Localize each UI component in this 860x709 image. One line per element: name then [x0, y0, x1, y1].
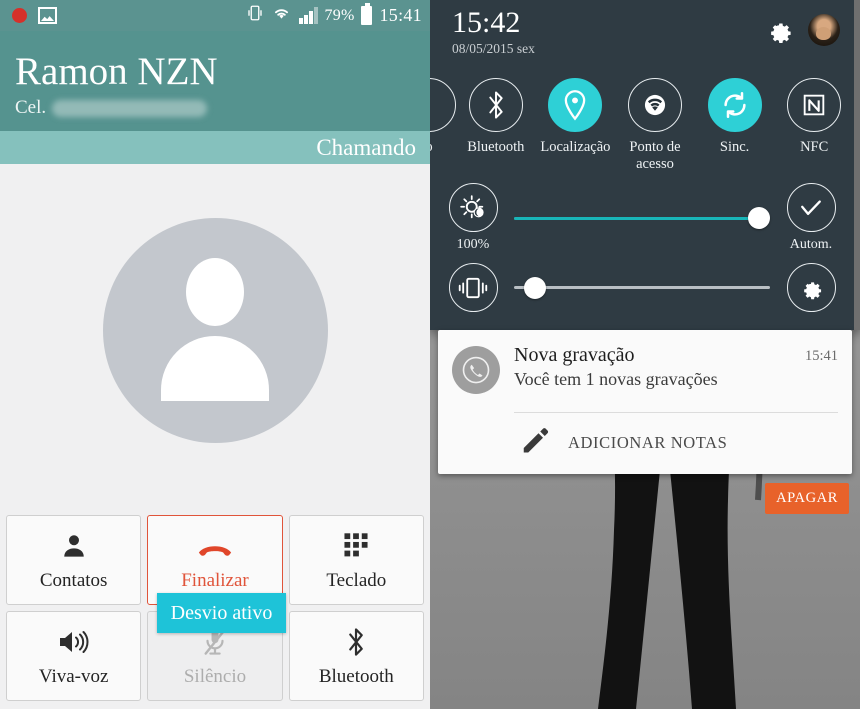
contacts-label: Contatos	[39, 569, 108, 591]
home-screen-with-shade: Google BR 7	[430, 0, 860, 709]
shade-header-actions	[764, 6, 840, 46]
quick-toggle-nfc-label: NFC	[800, 139, 829, 155]
cut-off-icon	[430, 78, 456, 132]
shade-header: 15:42 08/05/2015 sex	[430, 0, 854, 66]
status-bar-clock: 15:41	[379, 5, 422, 25]
battery-icon	[361, 3, 373, 25]
screenshot-root: 79% 15:41 Ramon NZN Cel. Chamando Contat…	[0, 0, 860, 709]
person-placeholder-icon	[102, 218, 328, 443]
brightness-row: 100% Autom.	[430, 179, 854, 259]
shade-date: 08/05/2015 sex	[452, 41, 535, 56]
add-notes-label: ADICIONAR NOTAS	[568, 432, 728, 452]
brightness-control[interactable]: 100%	[442, 183, 504, 253]
notification-body: Nova gravação Você tem 1 novas gravações	[514, 344, 797, 394]
quick-toggle-bluetooth-label: Bluetooth	[467, 139, 525, 155]
signal-icon	[299, 7, 318, 24]
contact-number-row: Cel.	[15, 97, 430, 119]
gear-icon	[786, 263, 836, 312]
nfc-icon	[787, 78, 842, 132]
user-avatar[interactable]	[808, 14, 840, 46]
call-recorder-icon	[452, 346, 500, 394]
apagar-label: APAGAR	[776, 490, 838, 506]
bluetooth-icon	[468, 78, 523, 132]
brightness-slider[interactable]	[514, 205, 770, 231]
in-call-screen: 79% 15:41 Ramon NZN Cel. Chamando Contat…	[0, 0, 430, 709]
call-status-bar: 79% 15:41	[0, 0, 430, 31]
bluetooth-button[interactable]: Bluetooth	[288, 611, 424, 701]
screenshot-icon	[38, 7, 57, 24]
quick-settings: o Bluetooth Localização	[430, 66, 854, 330]
quick-settings-row: o Bluetooth Localização	[430, 68, 854, 179]
auto-brightness-label: Autom.	[789, 237, 833, 252]
status-bar-left-icons	[12, 7, 57, 24]
add-notes-action[interactable]: ADICIONAR NOTAS	[438, 413, 852, 474]
quick-toggle-location[interactable]: Localização	[536, 78, 616, 156]
quick-toggle-partial-label: o	[430, 139, 433, 156]
contact-name: Ramon NZN	[15, 50, 218, 93]
shade-clock: 15:42	[452, 6, 521, 39]
quick-toggle-sync[interactable]: Sinc.	[695, 78, 775, 156]
brightness-slider-fill	[514, 216, 759, 220]
pencil-icon	[520, 425, 550, 460]
quick-toggle-partial[interactable]: o	[430, 78, 456, 156]
volume-row	[430, 259, 854, 330]
check-icon	[786, 183, 836, 232]
volume-slider[interactable]	[514, 275, 770, 301]
call-state-banner: Chamando	[0, 131, 430, 164]
mute-label: Silêncio	[183, 665, 247, 687]
status-bar-right-icons: 79% 15:41	[246, 3, 422, 27]
speaker-label: Viva-voz	[38, 665, 109, 687]
sync-icon	[707, 78, 762, 132]
contacts-button[interactable]: Contatos	[6, 515, 142, 605]
shade-clock-block: 15:42 08/05/2015 sex	[452, 6, 535, 57]
redacted-phone-number	[52, 99, 208, 117]
bluetooth-label: Bluetooth	[318, 665, 394, 687]
location-icon	[548, 78, 603, 132]
call-header: Ramon NZN Cel.	[0, 31, 430, 131]
quick-toggle-hotspot[interactable]: Ponto de acesso	[615, 78, 695, 173]
apagar-button[interactable]: APAGAR	[765, 483, 849, 514]
end-call-icon	[196, 529, 234, 563]
brightness-value: 100%	[456, 237, 490, 252]
notification-card[interactable]: Nova gravação Você tem 1 novas gravações…	[438, 330, 852, 474]
wifi-icon	[627, 78, 682, 132]
bluetooth-icon	[337, 625, 375, 659]
volume-slider-knob[interactable]	[524, 276, 547, 299]
call-state-text: Chamando	[316, 134, 416, 160]
end-call-button[interactable]: Finalizar	[147, 515, 283, 605]
speaker-button[interactable]: Viva-voz	[6, 611, 142, 701]
wifi-icon	[271, 5, 292, 26]
dialpad-label: Teclado	[326, 569, 387, 591]
auto-brightness-toggle[interactable]: Autom.	[780, 183, 842, 253]
quick-toggle-nfc[interactable]: NFC	[774, 78, 854, 156]
volume-mode-button[interactable]	[442, 263, 504, 312]
battery-percent: 79%	[324, 6, 355, 24]
contacts-icon	[55, 529, 93, 563]
vibrate-icon	[246, 4, 264, 27]
gear-icon[interactable]	[764, 15, 794, 45]
toast-text: Desvio ativo	[170, 601, 273, 624]
dialpad-icon	[337, 529, 375, 563]
toast-message: Desvio ativo	[157, 593, 286, 633]
quick-toggle-bluetooth[interactable]: Bluetooth	[456, 78, 536, 156]
vibrate-icon	[448, 263, 498, 312]
dialpad-button[interactable]: Teclado	[288, 515, 424, 605]
quick-toggle-hotspot-label: Ponto de acesso	[629, 139, 681, 172]
record-dot-icon	[12, 8, 27, 23]
brightness-slider-knob[interactable]	[748, 207, 770, 229]
quick-toggle-sync-label: Sinc.	[719, 139, 750, 155]
quick-toggle-location-label: Localização	[540, 139, 611, 155]
sound-settings-button[interactable]	[780, 263, 842, 312]
contact-avatar-area	[0, 164, 430, 497]
notification-text: Você tem 1 novas gravações	[514, 369, 718, 389]
notification-shade-panel: 15:42 08/05/2015 sex o	[430, 0, 860, 330]
brightness-icon	[448, 183, 498, 232]
end-call-label: Finalizar	[181, 569, 249, 591]
speaker-icon	[55, 625, 93, 659]
number-type-label: Cel.	[15, 97, 47, 118]
notification-main: Nova gravação Você tem 1 novas gravações…	[438, 330, 852, 404]
notification-time: 15:41	[804, 348, 838, 364]
notification-title: Nova gravação	[514, 344, 635, 366]
